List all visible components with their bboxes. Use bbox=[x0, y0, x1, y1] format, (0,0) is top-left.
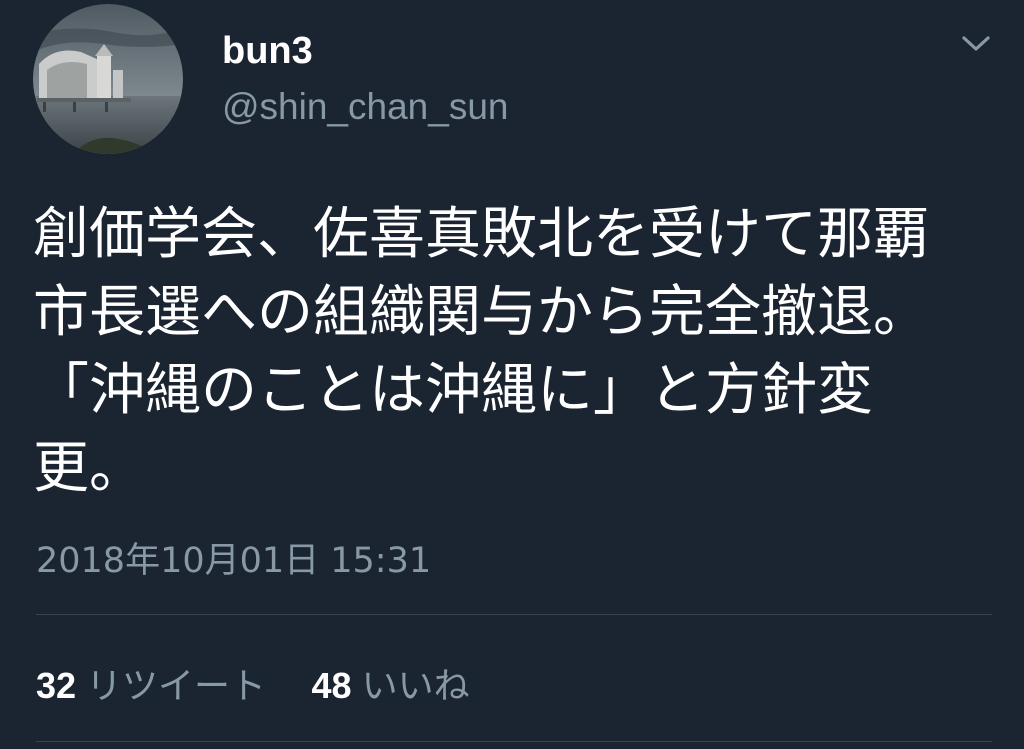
retweets-label: リツイート bbox=[86, 666, 267, 707]
tweet-text: 創価学会、佐喜真敗北を受けて那覇市長選への組織関与から完全撤退。「沖縄のことは沖… bbox=[33, 202, 929, 501]
avatar-image bbox=[33, 4, 183, 154]
tweet-timestamp[interactable]: 2018年10月01日 15:31 bbox=[36, 532, 431, 583]
user-handle[interactable]: @shin_chan_sun bbox=[222, 86, 508, 128]
likes-count: 48 bbox=[311, 665, 352, 706]
divider bbox=[36, 741, 992, 742]
retweets-count: 32 bbox=[36, 665, 77, 706]
avatar[interactable] bbox=[33, 4, 183, 154]
chevron-down-icon[interactable] bbox=[958, 32, 994, 56]
likes-label: いいね bbox=[361, 666, 470, 707]
divider bbox=[36, 614, 992, 615]
tweet-card: bun3 @shin_chan_sun 創価学会、佐喜真敗北を受けて那覇市長選へ… bbox=[0, 0, 1024, 749]
likes-stat[interactable]: 48 いいね bbox=[312, 657, 470, 709]
tweet-stats: 32 リツイート 48 いいね bbox=[36, 657, 470, 709]
retweets-stat[interactable]: 32 リツイート bbox=[36, 657, 266, 709]
display-name[interactable]: bun3 bbox=[222, 30, 313, 73]
